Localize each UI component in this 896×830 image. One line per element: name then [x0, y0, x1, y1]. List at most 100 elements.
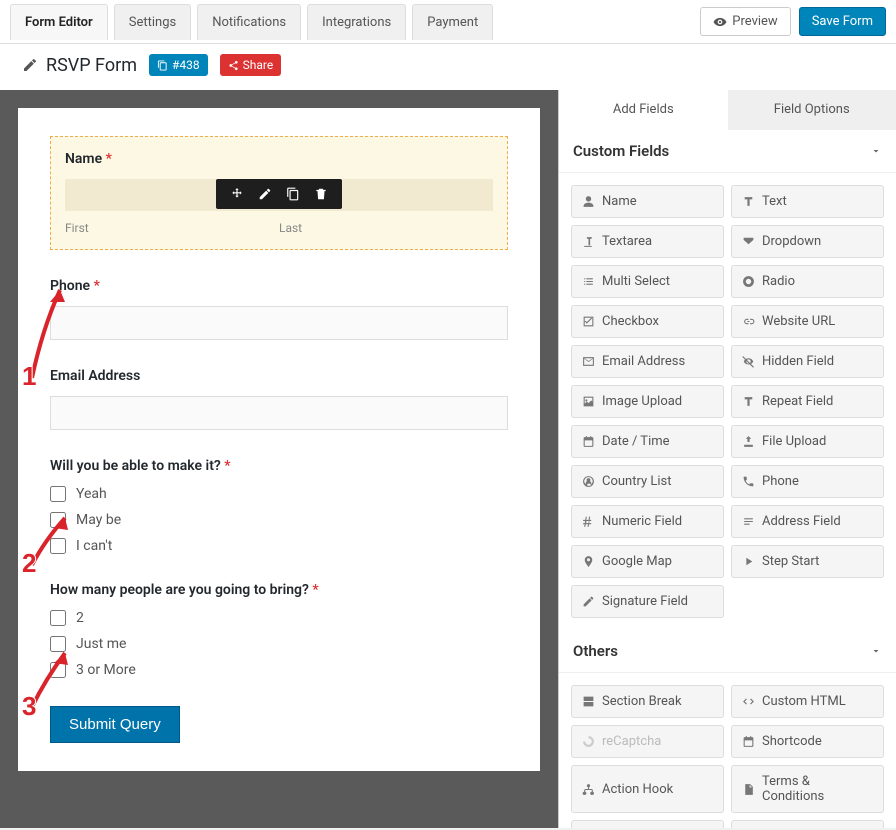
- field-type-linear-scale[interactable]: Linear Scale: [731, 820, 884, 828]
- field-icon: [742, 515, 755, 528]
- field-type-numeric-field[interactable]: Numeric Field: [571, 505, 724, 538]
- field-type-file-upload[interactable]: File Upload: [731, 425, 884, 458]
- field-icon: [582, 783, 595, 796]
- form-id-badge[interactable]: #438: [149, 54, 208, 76]
- field-icon: [582, 515, 595, 528]
- bring-option-0[interactable]: 2: [50, 610, 508, 626]
- field-icon: [742, 235, 755, 248]
- field-type-step-start[interactable]: Step Start: [731, 545, 884, 578]
- field-type-signature-field[interactable]: Signature Field: [571, 585, 724, 618]
- attend-label: Will you be able to make it? *: [50, 458, 508, 474]
- field-type-multi-select[interactable]: Multi Select: [571, 265, 724, 298]
- chevron-down-icon: [870, 645, 882, 657]
- field-type-email-address[interactable]: Email Address: [571, 345, 724, 378]
- phone-input[interactable]: [50, 306, 508, 340]
- phone-label: Phone *: [50, 278, 508, 294]
- field-type-custom-html[interactable]: Custom HTML: [731, 685, 884, 718]
- bring-option-2[interactable]: 3 or More: [50, 662, 508, 678]
- field-type-google-map[interactable]: Google Map: [571, 545, 724, 578]
- checkbox[interactable]: [50, 512, 66, 528]
- attend-field-block[interactable]: Will you be able to make it? * Yeah May …: [50, 458, 508, 554]
- copy-icon: [157, 60, 168, 71]
- field-icon: [742, 315, 755, 328]
- field-icon: [582, 235, 595, 248]
- field-icon: [582, 695, 595, 708]
- attend-option-0[interactable]: Yeah: [50, 486, 508, 502]
- field-type-text[interactable]: Text: [731, 185, 884, 218]
- field-type-website-url[interactable]: Website URL: [731, 305, 884, 338]
- email-label: Email Address: [50, 368, 508, 384]
- field-type-textarea[interactable]: Textarea: [571, 225, 724, 258]
- field-icon: [742, 783, 755, 796]
- checkbox[interactable]: [50, 662, 66, 678]
- field-type-recaptcha: reCaptcha: [571, 725, 724, 758]
- name-sublabels: First Last: [65, 221, 493, 235]
- field-type-radio[interactable]: Radio: [731, 265, 884, 298]
- field-icon: [742, 735, 755, 748]
- section-title: Custom Fields: [573, 142, 669, 160]
- field-type-hidden-field[interactable]: Hidden Field: [731, 345, 884, 378]
- name-field-block[interactable]: Name * First Last: [50, 136, 508, 250]
- tab-integrations[interactable]: Integrations: [307, 4, 406, 40]
- pencil-icon: [22, 57, 38, 73]
- duplicate-icon[interactable]: [286, 187, 300, 201]
- other-fields-grid: Section BreakCustom HTMLreCaptchaShortco…: [559, 673, 896, 828]
- move-icon[interactable]: [230, 187, 244, 201]
- checkbox[interactable]: [50, 538, 66, 554]
- preview-button[interactable]: Preview: [700, 7, 790, 36]
- form-canvas: Name * First Last Phone *: [18, 108, 540, 771]
- bring-option-1[interactable]: Just me: [50, 636, 508, 652]
- save-form-button[interactable]: Save Form: [799, 7, 886, 36]
- checkbox[interactable]: [50, 486, 66, 502]
- top-bar: Form Editor Settings Notifications Integ…: [0, 0, 896, 44]
- field-icon: [742, 435, 755, 448]
- title-row: RSVP Form #438 Share: [0, 44, 896, 90]
- field-type-repeat-field[interactable]: Repeat Field: [731, 385, 884, 418]
- field-icon: [582, 395, 595, 408]
- field-type-country-list[interactable]: Country List: [571, 465, 724, 498]
- main-tabs: Form Editor Settings Notifications Integ…: [10, 4, 493, 40]
- field-icon: [582, 595, 595, 608]
- trash-icon[interactable]: [314, 187, 328, 201]
- tab-form-editor[interactable]: Form Editor: [10, 4, 108, 40]
- checkbox[interactable]: [50, 636, 66, 652]
- edit-icon[interactable]: [258, 187, 272, 201]
- share-icon: [228, 60, 239, 71]
- field-type-date-time[interactable]: Date / Time: [571, 425, 724, 458]
- field-type-phone[interactable]: Phone: [731, 465, 884, 498]
- tab-add-fields[interactable]: Add Fields: [559, 90, 728, 130]
- field-type-address-field[interactable]: Address Field: [731, 505, 884, 538]
- field-type-checkbox[interactable]: Checkbox: [571, 305, 724, 338]
- field-type-image-upload[interactable]: Image Upload: [571, 385, 724, 418]
- share-button[interactable]: Share: [220, 54, 282, 76]
- right-tabs-bar: Add Fields Field Options: [559, 90, 896, 130]
- section-others[interactable]: Others: [559, 630, 896, 673]
- email-field-block[interactable]: Email Address: [50, 368, 508, 430]
- tab-field-options[interactable]: Field Options: [728, 90, 896, 130]
- field-type-shortcode[interactable]: Shortcode: [731, 725, 884, 758]
- share-label: Share: [243, 58, 274, 72]
- checkbox[interactable]: [50, 610, 66, 626]
- field-type-action-hook[interactable]: Action Hook: [571, 765, 724, 813]
- tab-payment[interactable]: Payment: [412, 4, 493, 40]
- section-custom-fields[interactable]: Custom Fields: [559, 130, 896, 173]
- form-title-text: RSVP Form: [46, 55, 137, 76]
- field-type-section-break[interactable]: Section Break: [571, 685, 724, 718]
- field-type-terms-conditions[interactable]: Terms & Conditions: [731, 765, 884, 813]
- phone-field-block[interactable]: Phone *: [50, 278, 508, 340]
- form-id-text: #438: [172, 58, 200, 72]
- bring-field-block[interactable]: How many people are you going to bring? …: [50, 582, 508, 678]
- field-icon: [742, 395, 755, 408]
- attend-option-1[interactable]: May be: [50, 512, 508, 528]
- field-type-ratings[interactable]: Ratings: [571, 820, 724, 828]
- field-type-name[interactable]: Name: [571, 185, 724, 218]
- field-icon: [742, 355, 755, 368]
- field-toolbar: [216, 179, 342, 209]
- email-input[interactable]: [50, 396, 508, 430]
- field-icon: [582, 315, 595, 328]
- attend-option-2[interactable]: I can't: [50, 538, 508, 554]
- field-type-dropdown[interactable]: Dropdown: [731, 225, 884, 258]
- tab-notifications[interactable]: Notifications: [197, 4, 301, 40]
- submit-button[interactable]: Submit Query: [50, 706, 180, 743]
- tab-settings[interactable]: Settings: [114, 4, 191, 40]
